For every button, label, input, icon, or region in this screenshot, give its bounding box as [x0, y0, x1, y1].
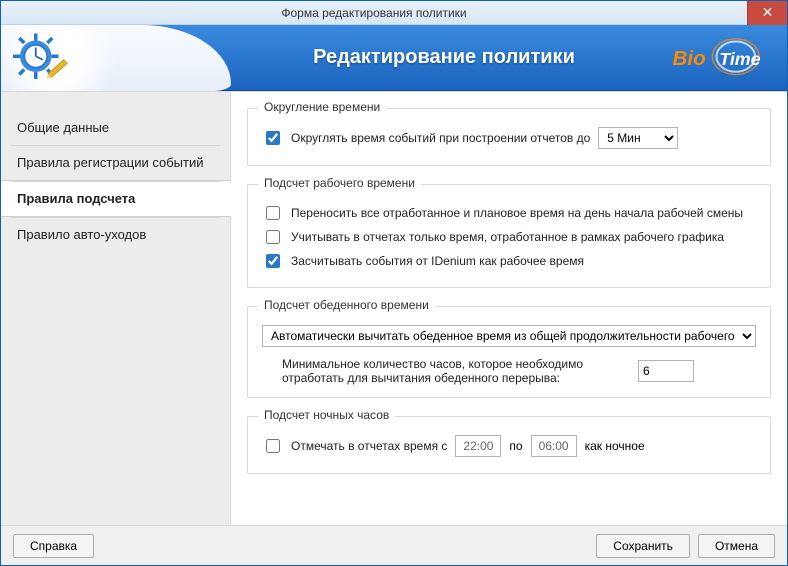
sidebar: Общие данные Правила регистрации событий… — [1, 92, 231, 525]
close-icon: ✕ — [762, 4, 774, 21]
gear-clock-icon — [13, 30, 69, 86]
banner-heading: Редактирование политики — [231, 46, 657, 69]
sidebar-item-auto-leave[interactable]: Правило авто-уходов — [1, 217, 230, 252]
window: Форма редактирования политики ✕ — [0, 0, 788, 566]
round-events-text: Округлять время событий при построении о… — [291, 131, 590, 145]
sidebar-item-label: Правила регистрации событий — [17, 155, 204, 170]
group-night: Подсчет ночных часов Отмечать в отчетах … — [247, 416, 771, 474]
night-post-text: как ночное — [585, 439, 645, 453]
sidebar-item-registration-rules[interactable]: Правила регистрации событий — [1, 145, 230, 180]
round-events-checkbox[interactable] — [266, 131, 280, 145]
body: Общие данные Правила регистрации событий… — [1, 91, 787, 525]
svg-text:Bio: Bio — [673, 46, 706, 69]
carry-over-checkbox-label[interactable]: Переносить все отработанное и плановое в… — [262, 203, 743, 223]
sidebar-item-label: Правила подсчета — [17, 191, 135, 206]
within-schedule-checkbox-label[interactable]: Учитывать в отчетах только время, отрабо… — [262, 227, 724, 247]
round-events-checkbox-label[interactable]: Округлять время событий при построении о… — [262, 128, 590, 148]
group-lunch-title: Подсчет обеденного времени — [258, 298, 435, 312]
mark-night-checkbox-label[interactable]: Отмечать в отчетах время с — [262, 436, 447, 456]
group-worktime-title: Подсчет рабочего времени — [258, 176, 421, 190]
within-schedule-checkbox[interactable] — [266, 230, 280, 244]
lunch-hours-input[interactable] — [638, 360, 694, 382]
titlebar: Форма редактирования политики ✕ — [1, 1, 787, 25]
save-button[interactable]: Сохранить — [596, 534, 690, 558]
night-from-input[interactable] — [455, 435, 501, 457]
carry-over-checkbox[interactable] — [266, 206, 280, 220]
round-interval-select[interactable]: 5 Мин — [598, 127, 678, 149]
main-panel: Округление времени Округлять время событ… — [231, 92, 787, 525]
mark-night-checkbox[interactable] — [266, 439, 280, 453]
idenium-checkbox-label[interactable]: Засчитывать события от IDenium как рабоч… — [262, 251, 584, 271]
cancel-button[interactable]: Отмена — [698, 534, 775, 558]
banner: Редактирование политики Bio Time — [1, 25, 787, 91]
carry-over-text: Переносить все отработанное и плановое в… — [291, 206, 743, 220]
group-night-title: Подсчет ночных часов — [258, 408, 395, 422]
group-worktime: Подсчет рабочего времени Переносить все … — [247, 184, 771, 288]
idenium-text: Засчитывать события от IDenium как рабоч… — [291, 254, 584, 268]
lunch-mode-select[interactable]: Автоматически вычитать обеденное время и… — [262, 325, 756, 347]
group-rounding-title: Округление времени — [258, 100, 386, 114]
group-lunch: Подсчет обеденного времени Автоматически… — [247, 306, 771, 398]
sidebar-item-label: Правило авто-уходов — [17, 227, 146, 242]
window-title: Форма редактирования политики — [1, 6, 747, 20]
lunch-hours-label: Минимальное количество часов, которое не… — [282, 357, 622, 385]
footer: Справка Сохранить Отмена — [1, 525, 787, 565]
sidebar-item-label: Общие данные — [17, 120, 109, 135]
sidebar-item-counting-rules[interactable]: Правила подсчета — [1, 180, 231, 217]
banner-icon-area — [1, 25, 231, 91]
biotime-logo-icon: Bio Time — [667, 36, 777, 80]
night-mid-text: по — [509, 439, 522, 453]
svg-text:Time: Time — [719, 48, 760, 68]
idenium-checkbox[interactable] — [266, 254, 280, 268]
night-to-input[interactable] — [531, 435, 577, 457]
mark-night-pre: Отмечать в отчетах время с — [291, 439, 447, 453]
sidebar-item-common[interactable]: Общие данные — [1, 110, 230, 145]
help-button[interactable]: Справка — [13, 534, 94, 558]
close-button[interactable]: ✕ — [747, 1, 787, 25]
within-schedule-text: Учитывать в отчетах только время, отрабо… — [291, 230, 724, 244]
group-rounding: Округление времени Округлять время событ… — [247, 108, 771, 166]
brand-logo: Bio Time — [657, 36, 787, 80]
